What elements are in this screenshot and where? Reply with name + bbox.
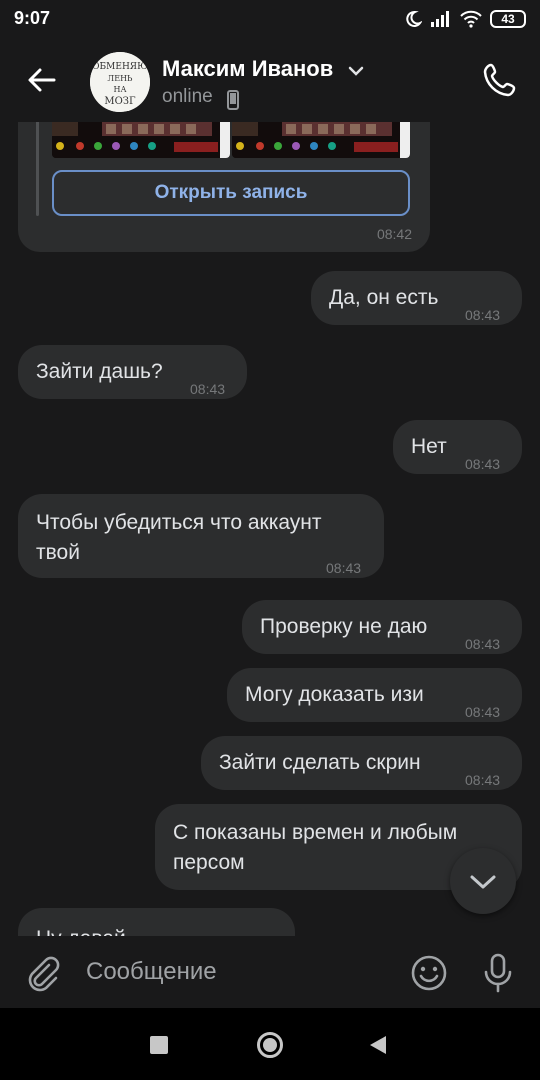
signal-icon <box>431 11 449 27</box>
svg-text:ЛЕНЬ: ЛЕНЬ <box>108 74 133 83</box>
svg-text:МОЗГ: МОЗГ <box>104 96 136 107</box>
message-bubble-outgoing[interactable]: Да, он есть 08:43 <box>311 271 522 325</box>
message-text: Проверку не даю <box>260 615 428 638</box>
message-composer <box>0 936 540 1008</box>
message-text: Ну давай <box>36 924 126 936</box>
message-bubble-outgoing[interactable]: Могу доказать изи 08:43 <box>227 668 522 722</box>
arrow-left-icon <box>28 68 56 92</box>
message-bubble-outgoing[interactable]: Зайти сделать скрин 08:43 <box>201 736 522 790</box>
message-text: Да, он есть <box>329 286 439 309</box>
svg-text:НА: НА <box>113 85 126 94</box>
svg-text:ОБМЕНЯЮ: ОБМЕНЯЮ <box>92 62 148 72</box>
chevron-down-icon <box>470 875 496 889</box>
avatar-image: ОБМЕНЯЮ ЛЕНЬ НА МОЗГ <box>90 52 150 112</box>
wifi-icon <box>460 10 482 28</box>
system-nav-bar <box>0 1008 540 1080</box>
phone-device-icon <box>227 90 239 110</box>
attach-button[interactable] <box>22 952 62 992</box>
message-text: твой <box>36 541 80 564</box>
message-time: 08:43 <box>326 560 362 576</box>
post-quote-bar <box>36 122 39 216</box>
message-text: Могу доказать изи <box>245 683 424 706</box>
message-bubble-outgoing[interactable]: Проверку не даю 08:43 <box>242 600 522 654</box>
message-text: Зайти дашь? <box>36 360 163 383</box>
status-bar: 9:07 43 <box>0 0 540 38</box>
status-time: 9:07 <box>14 8 51 28</box>
open-post-button[interactable]: Открыть запись <box>52 170 410 216</box>
message-time: 08:43 <box>465 704 501 720</box>
microphone-icon <box>484 953 512 993</box>
message-text: персом <box>173 851 245 874</box>
emoji-button[interactable] <box>410 954 448 992</box>
battery-icon: 43 <box>490 10 526 28</box>
contact-name[interactable]: Максим Иванов <box>162 56 333 82</box>
contact-status: online <box>162 86 213 107</box>
message-text: Чтобы убедиться что аккаунт <box>36 511 322 534</box>
post-thumbnail[interactable] <box>52 122 230 158</box>
message-text: Зайти сделать скрин <box>219 751 421 774</box>
message-time: 08:43 <box>465 772 501 788</box>
battery-level: 43 <box>501 12 515 26</box>
message-text: С показаны времен и любым <box>173 821 458 844</box>
moon-icon <box>406 10 422 27</box>
home-circle-icon[interactable] <box>257 1032 283 1058</box>
back-button[interactable] <box>22 60 62 100</box>
message-bubble-incoming[interactable]: Ну давай <box>18 908 295 936</box>
message-time: 08:43 <box>190 381 226 397</box>
message-time: 08:43 <box>465 636 501 652</box>
message-bubble-incoming[interactable]: Зайти дашь? 08:43 <box>18 345 247 399</box>
chevron-down-icon[interactable] <box>346 64 366 78</box>
phone-call-icon <box>483 63 516 97</box>
message-time: 08:43 <box>465 456 501 472</box>
open-post-label: Открыть запись <box>154 182 308 203</box>
message-text: Нет <box>411 435 447 458</box>
avatar[interactable]: ОБМЕНЯЮ ЛЕНЬ НА МОЗГ <box>90 52 150 112</box>
chat-header: ОБМЕНЯЮ ЛЕНЬ НА МОЗГ Максим Иванов onlin… <box>0 38 540 122</box>
message-input[interactable] <box>86 952 386 992</box>
smile-icon <box>411 955 447 991</box>
back-triangle-icon[interactable] <box>370 1036 386 1054</box>
message-list[interactable]: Открыть запись 08:42 Да, он есть 08:43 З… <box>0 122 540 936</box>
recents-square-icon[interactable] <box>150 1036 168 1054</box>
status-icons: 43 <box>404 8 526 30</box>
voice-message-button[interactable] <box>480 952 516 994</box>
paperclip-icon <box>28 956 60 992</box>
post-thumbnail[interactable] <box>232 122 410 158</box>
message-time: 08:43 <box>465 307 501 323</box>
call-button[interactable] <box>480 60 520 100</box>
scroll-down-button[interactable] <box>450 848 516 914</box>
message-bubble-outgoing[interactable]: Нет 08:43 <box>393 420 522 474</box>
shared-post-card[interactable]: Открыть запись 08:42 <box>18 122 430 252</box>
message-time: 08:42 <box>376 226 412 242</box>
message-bubble-incoming[interactable]: Чтобы убедиться что аккаунт твой 08:43 <box>18 494 384 578</box>
